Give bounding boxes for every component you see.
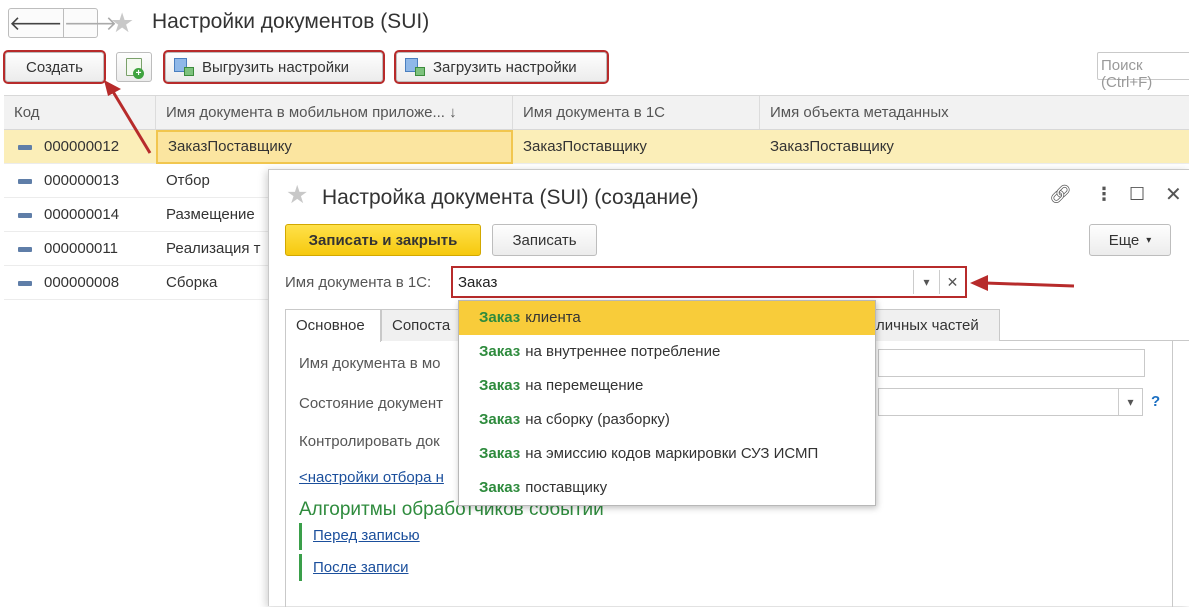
group-bar [299,523,302,550]
import-icon [405,58,425,76]
match-text: Заказ [479,479,521,496]
item-text: поставщику [525,479,608,496]
search-input[interactable]: Поиск (Ctrl+F) [1097,52,1189,91]
1c-name-cell: ЗаказПоставщику [523,138,647,155]
code-cell: 000000011 [4,232,156,265]
group-bar [299,554,302,581]
chevron-down-icon: ▾ [1146,234,1152,246]
item-text: на эмиссию кодов маркировки СУЗ ИСМП [525,445,819,462]
import-settings-button[interactable]: Загрузить настройки [394,50,609,84]
dropdown-item[interactable]: Заказ на перемещение [459,369,875,403]
row-icon [18,280,32,286]
arrow-left-icon: 🡐 [9,12,63,35]
add-document-icon [126,58,144,79]
match-text: Заказ [479,445,521,462]
create-button[interactable]: Создать [3,50,106,84]
code-cell: 000000013 [4,164,156,197]
code-cell: 000000012 [4,130,156,163]
code-value: 000000008 [44,274,120,291]
more-button-label: Еще [1108,231,1140,249]
item-text: на перемещение [525,377,644,394]
match-text: Заказ [479,309,521,326]
mobile-name-input[interactable] [878,349,1145,377]
tab-main[interactable]: Основное [285,309,381,342]
import-settings-label: Загрузить настройки [433,58,577,76]
mobile-name-cell[interactable]: ЗаказПоставщику [156,130,513,164]
dialog-title: Настройка документа (SUI) (создание) [322,186,699,209]
dropdown-item[interactable]: Заказ поставщику [459,471,875,505]
column-header-metadata[interactable]: Имя объекта метаданных [760,96,1189,129]
dropdown-item[interactable]: Заказ на внутреннее потребление [459,335,875,369]
code-value: 000000011 [44,240,118,257]
clear-icon[interactable]: ✕ [939,270,965,294]
item-text: на сборку (разборку) [525,411,670,428]
row-icon [18,212,32,218]
state-label: Состояние документ [299,395,443,412]
autocomplete-dropdown: Заказ клиента Заказ на внутреннее потребле… [458,300,876,506]
tab-mapping[interactable]: Сопоста [381,309,461,341]
write-button[interactable]: Записать [492,224,597,256]
code-cell: 000000008 [4,266,156,299]
doc-name-1c-value[interactable]: Заказ [453,274,913,291]
navigation-buttons: 🡐 🡒 [8,8,117,38]
close-icon[interactable]: ✕ [1165,182,1182,207]
dropdown-arrow-icon[interactable]: ▾ [1118,389,1142,415]
control-label: Контролировать док [299,433,440,450]
before-write-link[interactable]: Перед записью [313,527,420,544]
code-value: 000000013 [44,172,120,189]
page-title: Настройки документов (SUI) [152,10,430,33]
doc-name-1c-label: Имя документа в 1С: [285,274,432,291]
doc-name-1c-combobox[interactable]: Заказ ▾ ✕ [451,266,967,298]
column-header-mobile-name[interactable]: Имя документа в мобильном приложе... ↓ [156,96,513,129]
back-button[interactable]: 🡐 [9,9,63,37]
code-value: 000000014 [44,206,120,223]
row-icon [18,246,32,252]
row-icon [18,144,32,150]
more-button[interactable]: Еще ▾ [1089,224,1171,256]
state-select[interactable]: ▾ [878,388,1143,416]
table-header: Код Имя документа в мобильном приложе...… [4,95,1189,130]
row-icon [18,178,32,184]
create-button-label: Создать [25,58,83,76]
more-vertical-icon[interactable]: ⋮ [1095,184,1113,205]
code-value: 000000012 [44,138,120,155]
column-header-1c-name[interactable]: Имя документа в 1С [513,96,760,129]
write-and-close-button[interactable]: Записать и закрыть [285,224,481,256]
export-icon [174,58,194,76]
maximize-icon[interactable]: ☐ [1129,184,1145,205]
tab-table-parts[interactable]: личных частей [855,309,1000,341]
help-icon[interactable]: ? [1151,393,1160,410]
filter-settings-link[interactable]: <настройки отбора н [299,469,444,486]
item-text: клиента [525,309,581,326]
item-text: на внутреннее потребление [525,343,721,360]
match-text: Заказ [479,411,521,428]
dropdown-item[interactable]: Заказ на эмиссию кодов маркировки СУЗ ИСМ… [459,437,875,471]
mobile-name-label: Имя документа в мо [299,355,441,372]
match-text: Заказ [479,377,521,394]
export-settings-label: Выгрузить настройки [202,58,350,76]
dropdown-arrow-icon[interactable]: ▾ [913,270,939,294]
dropdown-item[interactable]: Заказ на сборку (разборку) [459,403,875,437]
link-icon[interactable]: 🔗︎ [1049,184,1072,205]
after-write-link[interactable]: После записи [313,559,409,576]
column-header-code[interactable]: Код [4,96,156,129]
add-document-button[interactable] [116,52,152,82]
star-icon[interactable]: ★ [286,180,308,210]
code-cell: 000000014 [4,198,156,231]
metadata-cell: ЗаказПоставщику [770,138,894,155]
match-text: Заказ [479,343,521,360]
export-settings-button[interactable]: Выгрузить настройки [163,50,385,84]
star-icon[interactable]: ★ [110,8,134,38]
dropdown-item[interactable]: Заказ клиента [459,301,875,335]
table-row[interactable]: 000000012 ЗаказПоставщику ЗаказПоставщик… [4,130,1189,164]
